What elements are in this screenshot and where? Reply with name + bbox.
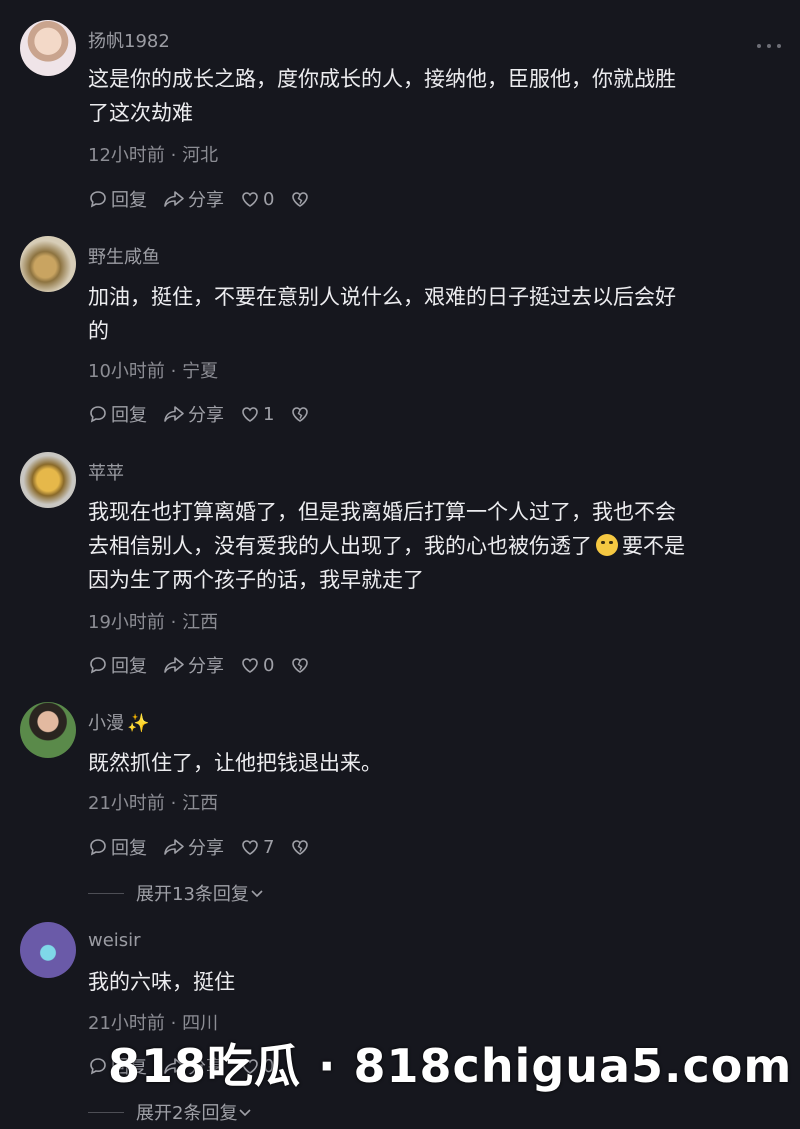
comment-text-line: 既然抓住了，让他把钱退出来。 bbox=[88, 751, 382, 775]
reply-label: 回复 bbox=[111, 656, 147, 677]
dislike-button[interactable] bbox=[290, 189, 313, 209]
like-button[interactable]: 7 bbox=[240, 837, 274, 858]
comment-meta: 12小时前 · 河北 bbox=[88, 145, 219, 166]
username[interactable]: 苹苹 bbox=[88, 459, 124, 485]
comment-text-line: 这是你的成长之路，度你成长的人，接纳他，臣服他，你就战胜 bbox=[88, 67, 676, 91]
comment-actions: 回复 分享 0 bbox=[88, 652, 329, 678]
broken-heart-icon bbox=[292, 407, 309, 422]
comment-text-line: 去相信别人，没有爱我的人出现了，我的心也被伤透了 要不是 bbox=[88, 529, 778, 563]
share-label: 分享 bbox=[188, 656, 224, 677]
like-count: 0 bbox=[263, 188, 275, 210]
comment-text: 我现在也打算离婚了，但是我离婚后打算一个人过了，我也不会 去相信别人，没有爱我的… bbox=[88, 495, 778, 597]
comment-text: 我的六味，挺住 bbox=[88, 965, 778, 999]
reply-icon bbox=[90, 1058, 106, 1075]
username[interactable]: 野生咸鱼 bbox=[88, 243, 160, 269]
comment-meta: 10小时前 · 宁夏 bbox=[88, 361, 219, 382]
reply-button[interactable]: 回复 bbox=[88, 652, 147, 678]
comment-text-fragment: 要不是 bbox=[622, 534, 685, 558]
share-button[interactable]: 分享 bbox=[163, 652, 224, 678]
username[interactable]: 扬帆1982 bbox=[88, 27, 170, 53]
comment-text: 这是你的成长之路，度你成长的人，接纳他，臣服他，你就战胜 了这次劫难 bbox=[88, 62, 778, 130]
comment-text-fragment: 去相信别人，没有爱我的人出现了，我的心也被伤透了 bbox=[88, 534, 592, 558]
divider bbox=[88, 1111, 124, 1113]
avatar[interactable] bbox=[20, 452, 76, 508]
comment-text-line: 我现在也打算离婚了，但是我离婚后打算一个人过了，我也不会 bbox=[88, 500, 676, 524]
comment-text: 既然抓住了，让他把钱退出来。 bbox=[88, 746, 778, 780]
avatar[interactable] bbox=[20, 20, 76, 76]
comment-actions: 回复 分享 7 bbox=[88, 834, 329, 860]
share-icon bbox=[164, 839, 184, 855]
share-button[interactable]: 分享 bbox=[163, 186, 224, 212]
like-button[interactable]: 0 bbox=[240, 655, 274, 676]
reply-icon bbox=[90, 191, 106, 208]
comment-text-line: 的 bbox=[88, 319, 109, 343]
share-label: 分享 bbox=[188, 190, 224, 211]
expand-replies-label: 展开13条回复 bbox=[136, 884, 249, 905]
reply-icon bbox=[90, 839, 106, 856]
username[interactable]: weisir bbox=[88, 930, 141, 951]
dislike-button[interactable] bbox=[290, 404, 313, 424]
like-count: 0 bbox=[263, 654, 275, 676]
reply-button[interactable]: 回复 bbox=[88, 186, 147, 212]
watermark: 818吃瓜 · 818chigua5.com bbox=[108, 1039, 793, 1093]
heart-icon bbox=[242, 407, 258, 422]
reply-button[interactable]: 回复 bbox=[88, 834, 147, 860]
comment-text-line: 加油，挺住，不要在意别人说什么，艰难的日子挺过去以后会好 bbox=[88, 285, 676, 309]
comment-text: 加油，挺住，不要在意别人说什么，艰难的日子挺过去以后会好 的 bbox=[88, 280, 778, 348]
expand-replies-label: 展开2条回复 bbox=[136, 1103, 238, 1124]
comment-text-line: 了这次劫难 bbox=[88, 101, 193, 125]
comment-actions: 回复 分享 0 bbox=[88, 186, 329, 212]
heart-icon bbox=[242, 840, 258, 855]
like-button[interactable]: 0 bbox=[240, 189, 274, 210]
username[interactable]: 小漫 ✨ bbox=[88, 709, 149, 735]
comment-meta: 21小时前 · 江西 bbox=[88, 793, 219, 814]
share-button[interactable]: 分享 bbox=[163, 401, 224, 427]
broken-heart-icon bbox=[292, 192, 309, 207]
comment-meta: 19小时前 · 江西 bbox=[88, 612, 219, 633]
comment-actions: 回复 分享 1 bbox=[88, 401, 329, 427]
expand-replies-button[interactable]: 展开2条回复 bbox=[88, 1099, 253, 1125]
share-button[interactable]: 分享 bbox=[163, 834, 224, 860]
like-count: 7 bbox=[263, 836, 275, 858]
reply-label: 回复 bbox=[111, 405, 147, 426]
expand-replies-button[interactable]: 展开13条回复 bbox=[88, 880, 265, 906]
reply-icon bbox=[90, 406, 106, 423]
comment-text-line: 我的六味，挺住 bbox=[88, 970, 235, 994]
heart-icon bbox=[242, 192, 258, 207]
reply-button[interactable]: 回复 bbox=[88, 401, 147, 427]
reply-label: 回复 bbox=[111, 190, 147, 211]
broken-heart-icon bbox=[292, 658, 309, 673]
dislike-button[interactable] bbox=[290, 837, 313, 857]
heart-icon bbox=[242, 658, 258, 673]
share-icon bbox=[164, 657, 184, 673]
sparkle-icon: ✨ bbox=[127, 713, 150, 734]
share-label: 分享 bbox=[188, 838, 224, 859]
like-button[interactable]: 1 bbox=[240, 404, 274, 425]
avatar[interactable] bbox=[20, 922, 76, 978]
like-count: 1 bbox=[263, 403, 275, 425]
username-text: 小漫 bbox=[88, 713, 124, 734]
chevron-down-icon bbox=[251, 890, 263, 898]
more-options-icon[interactable] bbox=[757, 40, 781, 52]
avatar[interactable] bbox=[20, 236, 76, 292]
comment-text-line: 因为生了两个孩子的话，我早就走了 bbox=[88, 568, 424, 592]
dislike-button[interactable] bbox=[290, 655, 313, 675]
share-icon bbox=[164, 406, 184, 422]
divider bbox=[88, 892, 124, 894]
reply-icon bbox=[90, 657, 106, 674]
share-label: 分享 bbox=[188, 405, 224, 426]
crying-face-emoji-icon bbox=[596, 534, 618, 556]
avatar[interactable] bbox=[20, 702, 76, 758]
chevron-down-icon bbox=[239, 1109, 252, 1117]
broken-heart-icon bbox=[292, 840, 309, 855]
reply-label: 回复 bbox=[111, 838, 147, 859]
share-icon bbox=[164, 191, 184, 207]
